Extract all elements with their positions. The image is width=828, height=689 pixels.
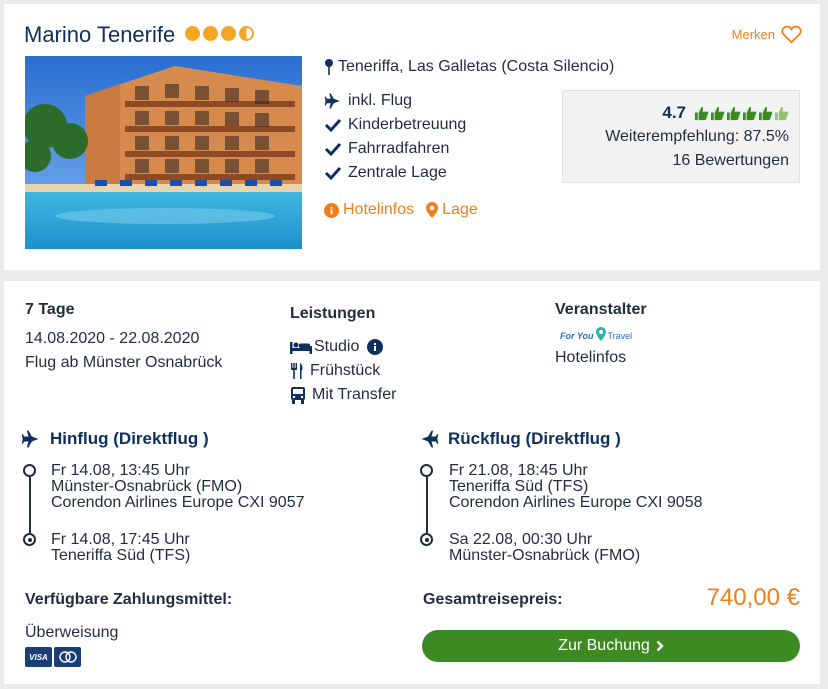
hotel-name[interactable]: Marino Tenerife [24,22,175,48]
location-pin-icon [426,202,439,218]
heart-icon [781,25,802,44]
recommendation-rate: Weiterempfehlung: 87.5% [605,128,789,145]
merken-label: Merken [731,27,775,42]
return-dep-airport: Teneriffa Süd (TFS) [449,478,589,495]
hotel-stars [185,26,254,41]
payment-cards: VISA [25,647,81,667]
service-label: Frühstück [310,362,381,379]
star-icon [221,26,236,41]
thumb-up-half-icon [774,106,789,120]
return-heading: Rückflug (Direktflug ) [418,429,621,449]
services-heading: Leistungen [290,305,376,322]
hotel-card: Marino Tenerife Merken Teneriffa, Las Ga… [4,4,820,270]
timeline-end-icon [23,533,36,546]
outbound-arr-time: Fr 14.08, 17:45 Uhr [51,531,190,548]
timeline-start-icon [23,464,36,477]
feature-item: Zentrale Lage [324,164,447,182]
return-dep-time: Fr 21.08, 18:45 Uhr [449,462,588,479]
total-price: 740,00 € [706,584,800,611]
timeline-line [426,477,428,533]
plane-icon [324,93,340,109]
rating-score: 4.7 [662,103,686,122]
service-transfer: Mit Transfer [290,386,396,404]
feature-item: Kinderbetreuung [324,116,466,134]
departure-airport: Flug ab Münster Osnabrück [25,354,223,371]
service-label: Mit Transfer [312,386,397,403]
bus-icon [291,386,305,404]
feature-label: Zentrale Lage [348,164,447,181]
check-icon [324,166,342,181]
timeline-start-icon [420,464,433,477]
feature-label: Kinderbetreuung [348,116,467,133]
service-room: Studio [290,338,384,356]
service-label: Studio [314,338,360,355]
rating-box[interactable]: 4.7 Weiterempfehlung: 87.5% 16 Bewertung… [562,90,800,183]
plane-icon [21,430,39,448]
operator-logo: For You Travel [560,327,632,341]
thumb-up-icon [758,106,773,120]
cutlery-icon [291,363,303,379]
star-icon [185,26,200,41]
return-airline: Corendon Airlines Europe CXI 9058 [449,494,703,511]
operator-hotelinfos-link[interactable]: Hotelinfos [555,349,626,367]
return-arr-airport: Münster-Osnabrück (FMO) [449,547,641,564]
merken-button[interactable]: Merken [732,25,802,44]
outbound-heading: Hinflug (Direktflug ) [20,429,209,449]
lage-label: Lage [442,201,478,218]
operator-logo-text-2: Travel [607,331,633,341]
return-title: Rückflug (Direktflug ) [448,429,621,448]
hotel-image[interactable] [25,56,302,249]
operator-heading: Veranstalter [555,301,647,318]
hotel-location: Teneriffa, Las Galletas (Costa Silencio) [324,58,614,76]
check-icon [324,142,342,157]
outbound-title: Hinflug (Direktflug ) [50,429,209,448]
location-text: Teneriffa, Las Galletas (Costa Silencio) [338,58,615,75]
thumbs-rating [694,106,789,121]
travel-dates: 14.08.2020 - 22.08.2020 [25,330,200,347]
feature-flight: inkl. Flug [324,92,412,110]
check-icon [324,118,342,133]
outbound-dep-time: Fr 14.08, 13:45 Uhr [51,462,190,479]
booking-button-label: Zur Buchung [558,637,650,654]
booking-button[interactable]: Zur Buchung [422,630,800,662]
outbound-arr-airport: Teneriffa Süd (TFS) [51,547,191,564]
timeline-end-icon [420,533,433,546]
feature-label: Fahrradfahren [348,140,450,157]
chevron-right-icon [656,640,664,652]
info-icon[interactable] [367,339,384,355]
operator-logo-text: For You [560,331,594,341]
hotelinfos-label: Hotelinfos [343,201,415,218]
payment-heading: Verfügbare Zahlungsmittel: [25,591,233,608]
plane-return-icon [421,430,439,448]
review-count: 16 Bewertungen [672,152,789,169]
feature-label: inkl. Flug [348,92,413,109]
duration: 7 Tage [25,301,75,318]
thumb-up-icon [742,106,757,120]
bed-icon [290,342,312,354]
star-icon [203,26,218,41]
outbound-airline: Corendon Airlines Europe CXI 9057 [51,494,305,511]
offer-card: 7 Tage 14.08.2020 - 22.08.2020 Flug ab M… [4,281,820,684]
thumb-up-icon [726,106,741,120]
outbound-dep-airport: Münster-Osnabrück (FMO) [51,478,243,495]
feature-item: Fahrradfahren [324,140,449,158]
timeline-line [29,477,31,533]
info-icon [324,202,339,218]
mastercard-icon [54,647,81,667]
visa-card-icon: VISA [25,647,52,667]
lage-link[interactable]: Lage [426,201,478,219]
map-pin-icon [325,59,333,75]
thumb-up-icon [710,106,725,120]
hotel-links: Hotelinfos Lage [324,201,478,219]
rating-summary: 4.7 [563,101,789,125]
half-star-icon [239,26,254,41]
hotelinfos-link[interactable]: Hotelinfos [324,201,414,219]
payment-method: Überweisung [25,624,119,641]
thumb-up-icon [694,106,709,120]
service-board: Frühstück [290,362,380,380]
total-label: Gesamtreisepreis: [423,591,563,608]
return-arr-time: Sa 22.08, 00:30 Uhr [449,531,593,548]
logo-pin-icon [595,327,606,341]
